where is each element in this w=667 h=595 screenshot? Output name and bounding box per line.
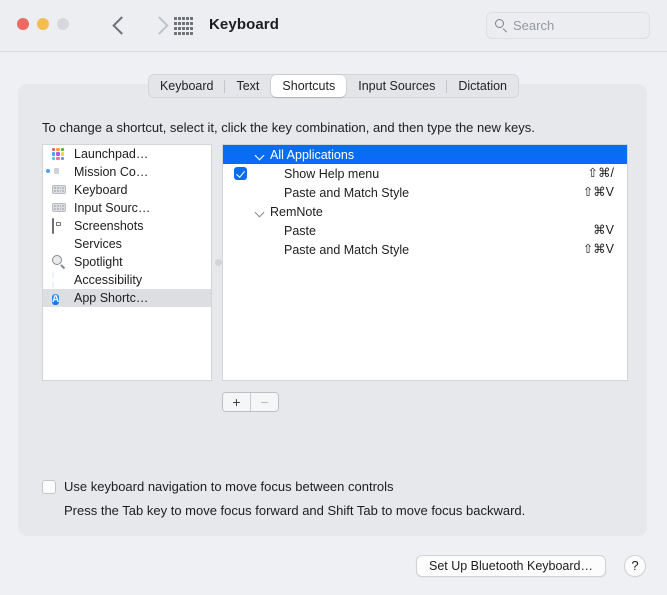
sidebar-item-spotlight[interactable]: Spotlight xyxy=(43,253,211,271)
sidebar-item-mission-control[interactable]: Mission Co… xyxy=(43,163,211,181)
show-all-grid-icon[interactable] xyxy=(174,17,193,35)
add-remove-segmented-control: + − xyxy=(222,392,279,412)
app-store-icon: A xyxy=(52,294,60,305)
sidebar-item-label: Input Sourc… xyxy=(74,201,151,215)
tab-shortcuts[interactable]: Shortcuts xyxy=(271,75,347,97)
sidebar-item-label: Mission Co… xyxy=(74,165,149,179)
table-row-show-help-menu[interactable]: Show Help menu ⇧⌘/ xyxy=(223,164,627,183)
table-row-paste-and-match-style-global[interactable]: Paste and Match Style ⇧⌘V xyxy=(223,183,627,202)
shortcut-checkbox[interactable] xyxy=(234,167,247,180)
keyboard-navigation-checkbox[interactable] xyxy=(42,479,56,494)
tab-dictation[interactable]: Dictation xyxy=(447,75,518,97)
keyboard-navigation-label: Use keyboard navigation to move focus be… xyxy=(64,479,394,494)
sidebar-item-label: App Shortc… xyxy=(74,291,149,305)
zoom-button xyxy=(57,18,69,30)
sidebar-item-label: Services xyxy=(74,237,122,251)
search-field[interactable]: Search xyxy=(486,12,650,39)
splitter-grip[interactable] xyxy=(215,259,222,266)
sidebar-item-input-sources[interactable]: Input Sourc… xyxy=(43,199,211,217)
forward-button xyxy=(148,12,170,38)
close-button[interactable] xyxy=(17,18,29,30)
navigation-buttons xyxy=(110,12,170,38)
sidebar-item-services[interactable]: Services xyxy=(43,235,211,253)
accessibility-icon xyxy=(52,272,67,288)
sidebar-item-screenshots[interactable]: Screenshots xyxy=(43,217,211,235)
spotlight-icon xyxy=(52,255,67,269)
sidebar-item-app-shortcuts[interactable]: A App Shortc… xyxy=(43,289,211,307)
shortcut-label: Paste and Match Style xyxy=(284,242,410,257)
tab-input-sources[interactable]: Input Sources xyxy=(347,75,446,97)
shortcut-label: Paste and Match Style xyxy=(284,185,410,200)
instruction-text: To change a shortcut, select it, click t… xyxy=(42,120,535,135)
back-button[interactable] xyxy=(110,12,132,38)
help-button[interactable]: ? xyxy=(624,555,646,577)
screenshot-icon xyxy=(52,218,67,234)
sidebar-item-label: Keyboard xyxy=(74,183,128,197)
remove-shortcut-button[interactable]: − xyxy=(250,393,278,411)
page-title: Keyboard xyxy=(209,16,279,33)
sidebar-item-label: Launchpad… xyxy=(74,147,149,161)
shortcut-keys[interactable]: ⇧⌘V xyxy=(583,183,614,202)
chevron-down-icon[interactable] xyxy=(255,150,265,160)
group-label: All Applications xyxy=(270,147,355,162)
table-row-paste-and-match-style-remnote[interactable]: Paste and Match Style ⇧⌘V xyxy=(223,240,627,259)
set-up-bluetooth-keyboard-button[interactable]: Set Up Bluetooth Keyboard… xyxy=(416,555,606,577)
input-sources-icon xyxy=(52,201,67,215)
shortcut-label: Paste xyxy=(284,223,316,238)
sidebar-item-label: Accessibility xyxy=(74,273,143,287)
table-row-group-all-applications[interactable]: All Applications xyxy=(223,145,627,164)
shortcut-label: Show Help menu xyxy=(284,166,380,181)
sidebar-item-keyboard[interactable]: Keyboard xyxy=(43,181,211,199)
table-row-group-remnote[interactable]: RemNote xyxy=(223,202,627,221)
mission-control-icon xyxy=(52,165,67,179)
search-icon xyxy=(495,19,508,32)
sidebar-item-accessibility[interactable]: Accessibility xyxy=(43,271,211,289)
add-shortcut-button[interactable]: + xyxy=(223,393,250,411)
gear-icon xyxy=(52,237,67,251)
keyboard-icon xyxy=(52,183,67,197)
window-titlebar: Keyboard Search xyxy=(0,0,667,52)
search-placeholder: Search xyxy=(513,18,555,33)
shortcut-categories-list[interactable]: Launchpad… Mission Co… Keyboard Input So… xyxy=(42,144,212,381)
tab-keyboard[interactable]: Keyboard xyxy=(149,75,225,97)
tab-bar: Keyboard Text Shortcuts Input Sources Di… xyxy=(0,74,667,98)
chevron-down-icon[interactable] xyxy=(255,207,265,217)
minimize-button[interactable] xyxy=(37,18,49,30)
sidebar-item-launchpad[interactable]: Launchpad… xyxy=(43,145,211,163)
table-row-paste[interactable]: Paste ⌘V xyxy=(223,221,627,240)
tab-text[interactable]: Text xyxy=(225,75,270,97)
sidebar-item-label: Spotlight xyxy=(74,255,123,269)
shortcut-keys[interactable]: ⇧⌘V xyxy=(583,240,614,259)
shortcut-keys[interactable]: ⇧⌘/ xyxy=(588,164,614,183)
launchpad-icon xyxy=(52,147,67,161)
traffic-lights xyxy=(17,18,69,30)
chevron-right-icon xyxy=(149,15,169,35)
sidebar-item-label: Screenshots xyxy=(74,219,144,233)
shortcut-keys[interactable]: ⌘V xyxy=(593,221,614,240)
shortcuts-table[interactable]: All Applications Show Help menu ⇧⌘/ Past… xyxy=(222,144,628,381)
keyboard-navigation-help-text: Press the Tab key to move focus forward … xyxy=(64,503,526,518)
group-label: RemNote xyxy=(270,204,323,219)
keyboard-navigation-row[interactable]: Use keyboard navigation to move focus be… xyxy=(42,479,394,494)
chevron-left-icon xyxy=(111,15,131,35)
